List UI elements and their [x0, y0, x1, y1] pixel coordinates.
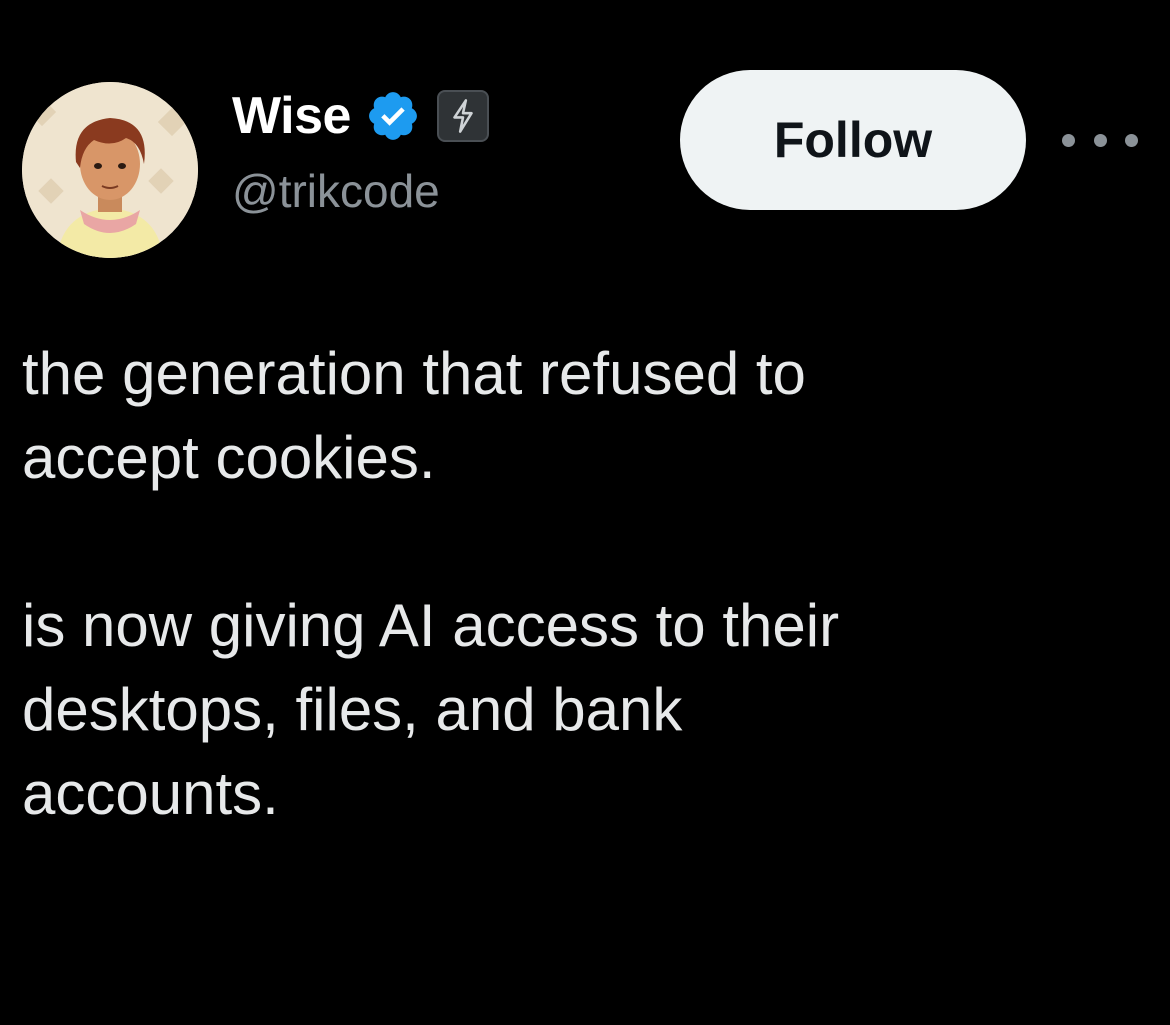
tweet-paragraph: is now giving AI access to their desktop…	[22, 592, 840, 827]
author-info: Wise @trikcode	[232, 78, 489, 214]
more-dot	[1125, 133, 1138, 147]
tweet-body: the generation that refused to accept co…	[22, 332, 1142, 836]
author-display-name[interactable]: Wise	[232, 90, 351, 142]
avatar[interactable]	[22, 82, 198, 258]
tweet-paragraph: the generation that refused to accept co…	[22, 340, 806, 491]
more-dot	[1062, 133, 1075, 147]
more-options-icon[interactable]	[1062, 118, 1138, 162]
follow-button[interactable]: Follow	[680, 70, 1026, 210]
lightning-bolt-icon[interactable]	[436, 90, 489, 142]
avatar-illustration	[22, 82, 198, 258]
tweet-header: Wise @trikcode Follow	[0, 0, 1170, 260]
tweet-card: Wise @trikcode Follow the generation tha…	[0, 0, 1170, 1025]
verified-badge-icon[interactable]	[365, 88, 421, 144]
author-handle[interactable]: @trikcode	[232, 168, 489, 214]
more-dot	[1093, 133, 1107, 147]
author-name-row: Wise	[232, 78, 489, 154]
